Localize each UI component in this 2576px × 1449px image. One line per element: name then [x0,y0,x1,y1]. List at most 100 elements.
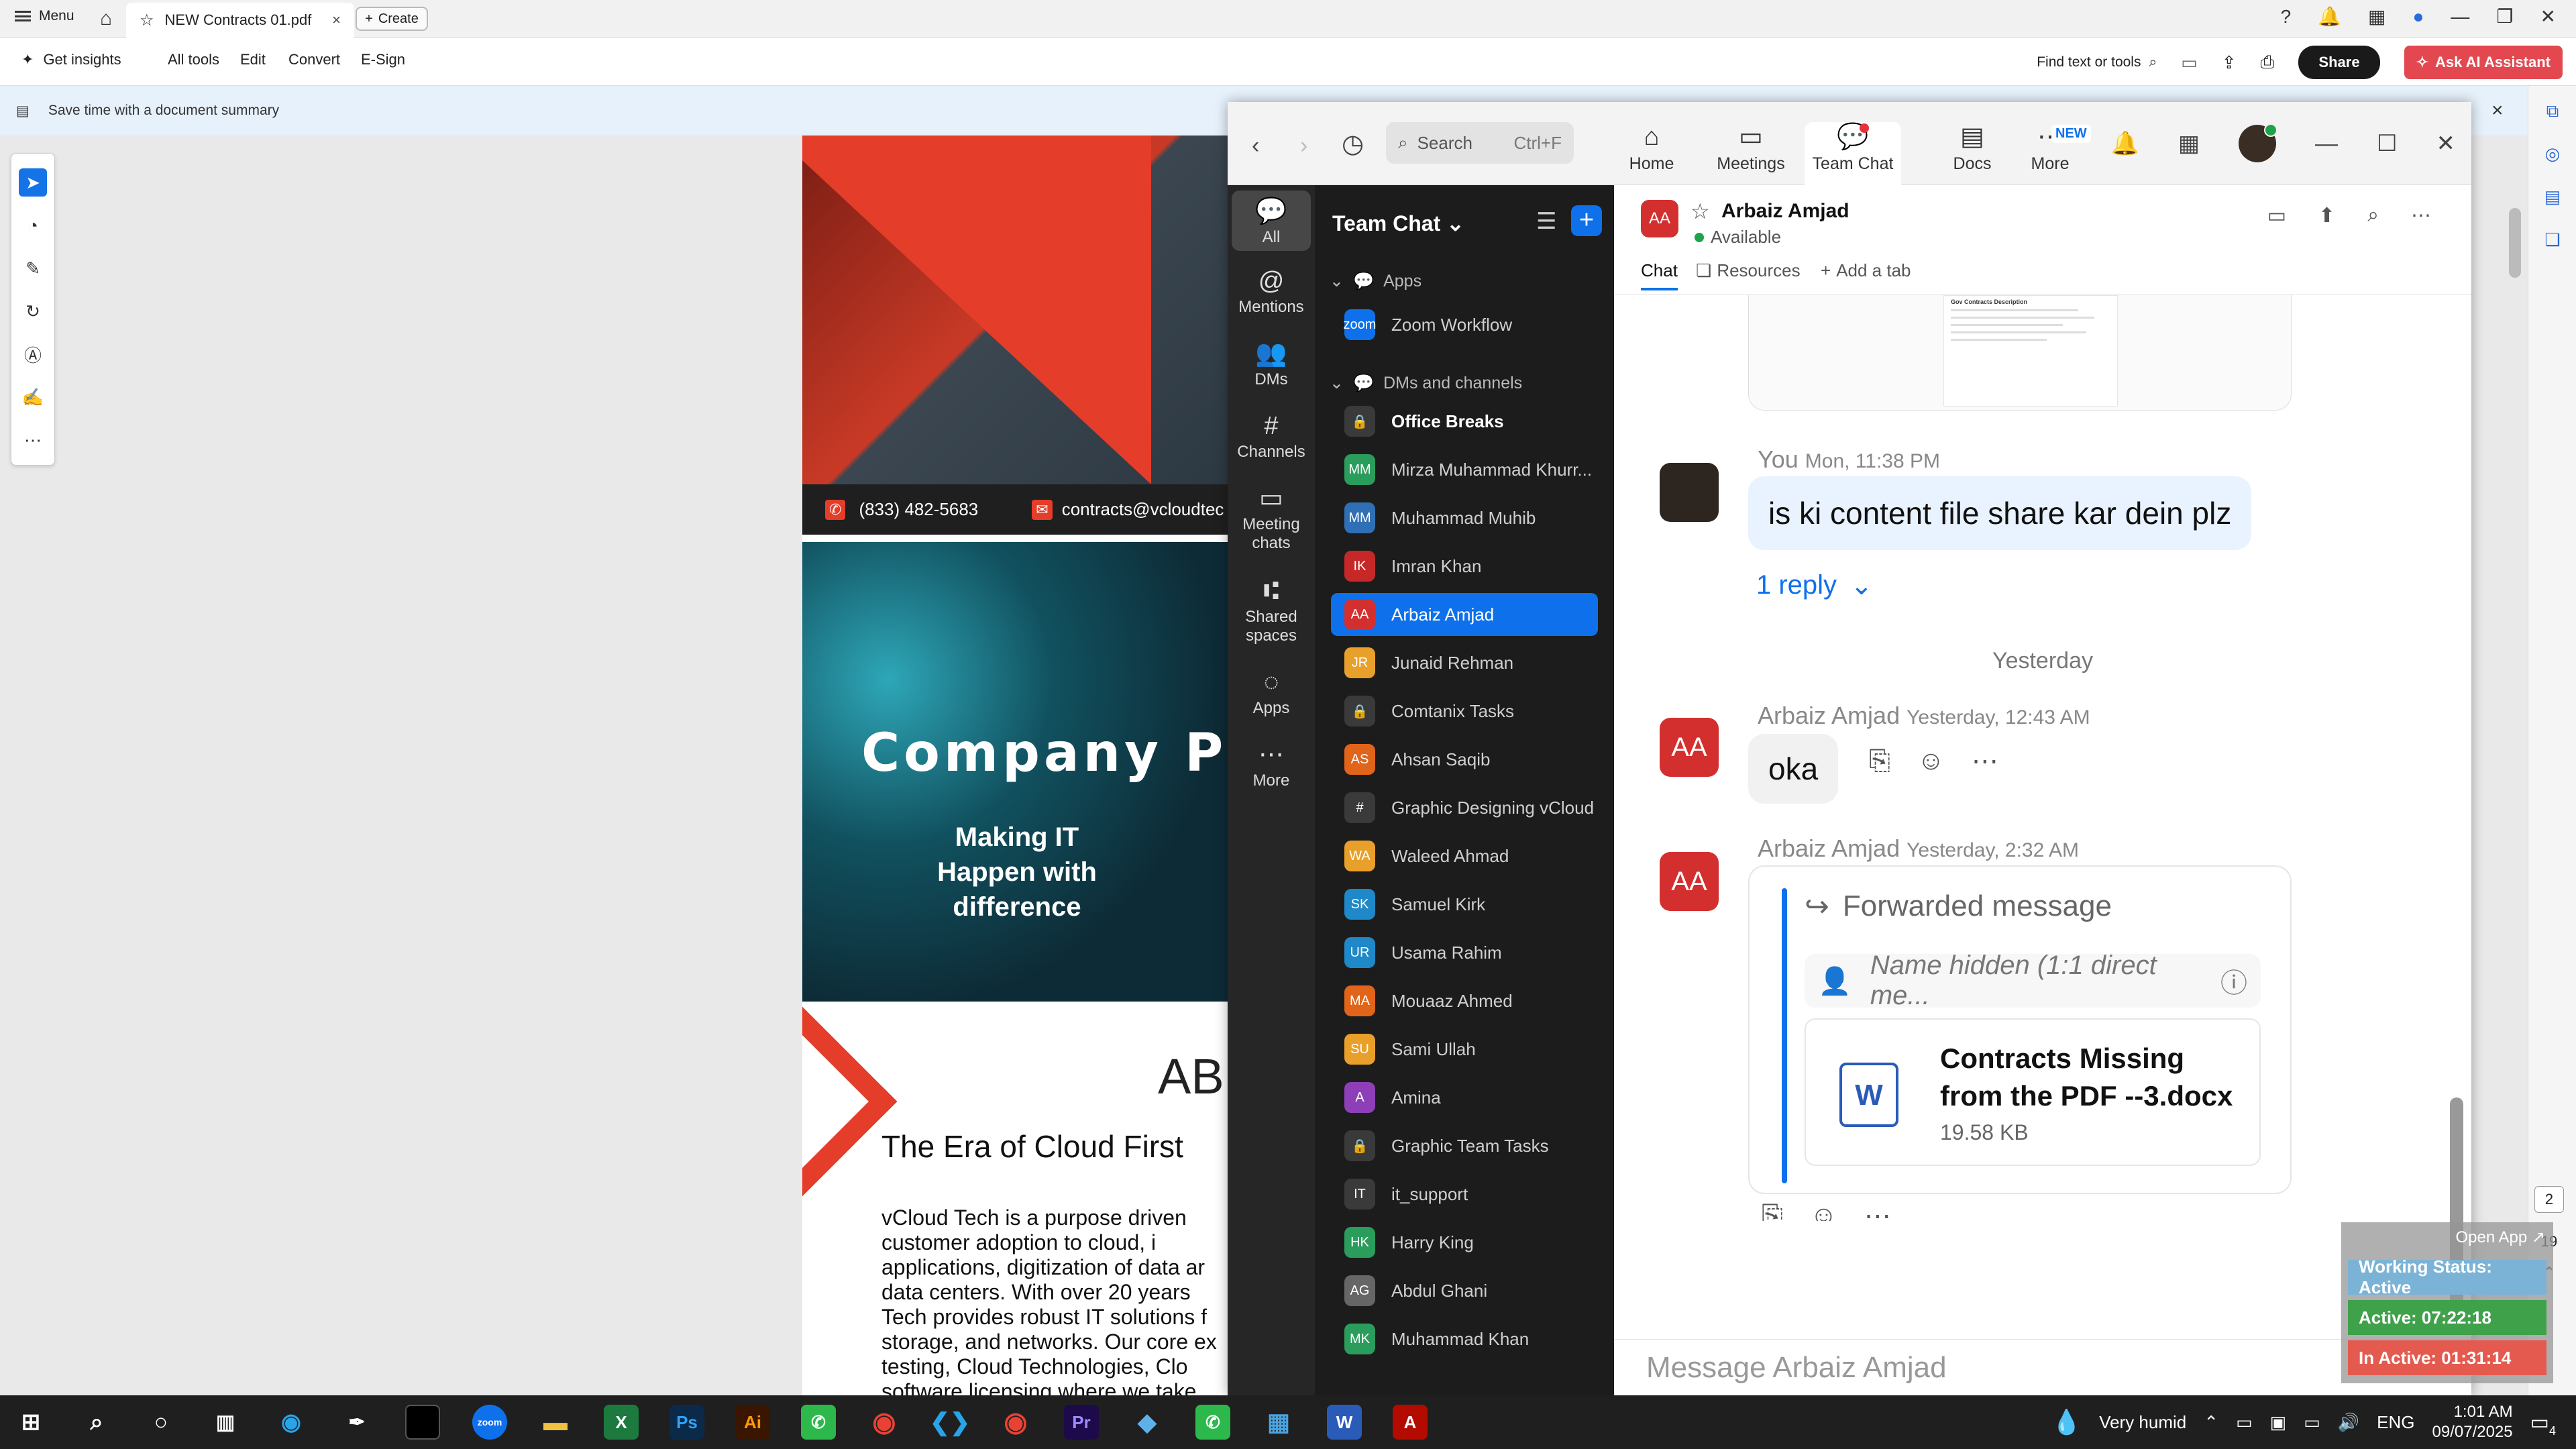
network-icon[interactable]: ▭ [2304,1412,2320,1433]
rail-channels[interactable]: # Channels [1232,409,1311,462]
tab-chat[interactable]: Chat [1641,260,1678,290]
find-button[interactable]: Find text or tools ⌕ [2037,54,2157,70]
document-scrollbar[interactable] [2509,208,2521,278]
pages-icon[interactable]: ❏ [2542,229,2563,251]
page-number[interactable]: 2 [2534,1186,2564,1213]
share-button[interactable]: Share [2298,46,2380,79]
list-item[interactable]: zoom Zoom Workflow [1331,303,1598,346]
word-icon[interactable]: W [1327,1405,1362,1440]
list-item[interactable]: WA Waleed Ahmad [1331,835,1598,877]
windows-start-icon[interactable]: ⊞ [13,1405,48,1440]
list-item[interactable]: AA Arbaiz Amjad [1331,593,1598,636]
list-item[interactable]: MM Mirza Muhammad Khurr... [1331,448,1598,491]
nav-meetings[interactable]: ▭ Meetings [1711,122,1791,174]
acrobat-icon[interactable]: A [1393,1405,1428,1440]
new-chat-button[interactable]: + [1571,205,1602,236]
more-icon[interactable]: ⋯ [1972,746,1998,777]
ask-ai-assistant-button[interactable]: ✧ Ask AI Assistant [2404,46,2563,79]
nav-docs[interactable]: ▤ Docs [1932,122,2012,174]
rail-apps[interactable]: ◌ Apps [1232,665,1311,718]
task-view-icon[interactable]: ▥ [208,1405,243,1440]
list-item[interactable]: 🔒 Graphic Team Tasks [1331,1124,1598,1167]
emoji-icon[interactable]: ☺ [1917,746,1945,777]
edit-button[interactable]: Edit [240,51,266,68]
search-icon[interactable]: ⌕ [79,1405,114,1440]
list-item[interactable]: IK Imran Khan [1331,545,1598,588]
terminal-icon[interactable] [405,1405,440,1440]
ai-panel-icon[interactable]: ⧉ [2542,101,2563,122]
vscode-icon[interactable]: ❮❯ [930,1405,970,1440]
nav-home[interactable]: ⌂ Home [1611,122,1692,174]
minimize-icon[interactable]: — [2315,131,2338,157]
list-item[interactable]: IT it_support [1331,1173,1598,1216]
illustrator-icon[interactable]: Ai [735,1405,770,1440]
close-icon[interactable]: ✕ [2436,130,2456,157]
more-icon[interactable]: ⋯ [1864,1201,1891,1221]
search-icon[interactable]: ⌕ [2367,204,2379,227]
summary-text[interactable]: Save time with a document summary [48,103,279,119]
menu-button[interactable]: Menu [15,8,74,24]
notification-icon[interactable]: ▭ 4 [2530,1411,2556,1438]
list-item[interactable]: AG Abdul Ghani [1331,1269,1598,1312]
more-icon[interactable]: ⋯ [2411,204,2431,227]
volume-icon[interactable]: 🔊 [2338,1412,2359,1433]
reply-icon[interactable]: ⎘ [1762,1201,1783,1221]
message-bubble[interactable]: is ki content file share kar dein plz [1748,476,2252,550]
save-icon[interactable]: ▭ [2181,52,2198,73]
star-icon[interactable]: ☆ [140,11,154,30]
star-icon[interactable]: ☆ [1690,199,1710,224]
restore-icon[interactable]: ❐ [2496,5,2513,28]
edge-icon[interactable]: ◉ [274,1405,309,1440]
chrome-profile-icon[interactable]: ◉ [998,1405,1033,1440]
rail-meeting-chats[interactable]: ▭ Meeting chats [1232,482,1311,553]
rail-mentions[interactable]: @ Mentions [1232,264,1311,317]
pen-icon[interactable]: ✎ [19,254,47,282]
chevron-up-icon[interactable]: ⌃ [2204,1412,2218,1433]
text-box-icon[interactable]: Ⓐ [19,340,47,368]
avatar[interactable] [2239,123,2278,162]
signature-icon[interactable]: ✍ [19,383,47,411]
rail-all[interactable]: 💬 All [1232,191,1311,251]
rail-shared-spaces[interactable]: ⑆ Shared spaces [1232,574,1311,645]
list-title[interactable]: Team Chat ⌄ [1332,211,1464,236]
bookmark-icon[interactable]: ▤ [2542,186,2563,208]
rail-dms[interactable]: 👥 DMs [1232,337,1311,389]
list-item[interactable]: UR Usama Rahim [1331,931,1598,974]
list-item[interactable]: AS Ahsan Saqib [1331,738,1598,781]
avatar[interactable]: AA [1660,852,1719,911]
nav-team-chat[interactable]: 💬 Team Chat [1805,122,1901,185]
list-item[interactable]: 🔒 Office Breaks [1331,400,1598,443]
tab-add[interactable]: + Add a tab [1821,260,1911,281]
list-item[interactable]: SK Samuel Kirk [1331,883,1598,926]
esign-button[interactable]: E-Sign [361,51,405,68]
whatsapp-business-icon[interactable]: ✆ [1195,1405,1230,1440]
list-item[interactable]: HK Harry King [1331,1221,1598,1264]
zoom-app-icon[interactable]: zoom [472,1405,507,1440]
document-preview[interactable]: Gov Contracts Description [1748,295,2292,411]
get-insights-button[interactable]: ✦ Get insights [21,51,121,68]
file-explorer-icon[interactable]: ▬ [538,1405,573,1440]
reply-icon[interactable]: ⎘ [1869,746,1890,777]
close-tab-button[interactable]: × [332,11,341,29]
create-button[interactable]: + Create [356,7,428,31]
excel-icon[interactable]: X [604,1405,639,1440]
calendar-icon[interactable]: ▦ [2178,130,2200,157]
pen-tool-icon[interactable]: ✒ [339,1405,374,1440]
list-item[interactable]: JR Junaid Rehman [1331,641,1598,684]
upload-icon[interactable]: ⇪ [2222,52,2237,73]
avatar[interactable]: AA [1660,718,1719,777]
bell-icon[interactable]: 🔔 [2111,130,2139,157]
search-input[interactable]: ⌕ Search Ctrl+F [1386,122,1574,164]
screen-share-icon[interactable]: ⬆ [2318,204,2335,227]
all-tools-button[interactable]: All tools [168,51,219,68]
emoji-icon[interactable]: ☺ [1810,1201,1837,1221]
photoshop-icon[interactable]: Ps [669,1405,704,1440]
cortana-icon[interactable]: ○ [144,1405,178,1440]
maximize-icon[interactable]: ☐ [2377,130,2397,157]
section-apps[interactable]: ⌄ 💬 Apps [1330,271,1421,291]
close-icon[interactable]: ✕ [2540,5,2556,28]
list-item[interactable]: MK Muhammad Khan [1331,1318,1598,1360]
premiere-icon[interactable]: Pr [1064,1405,1099,1440]
list-item[interactable]: # Graphic Designing vCloud [1331,786,1598,829]
tray-app-icon[interactable]: ▭ [2236,1412,2253,1433]
